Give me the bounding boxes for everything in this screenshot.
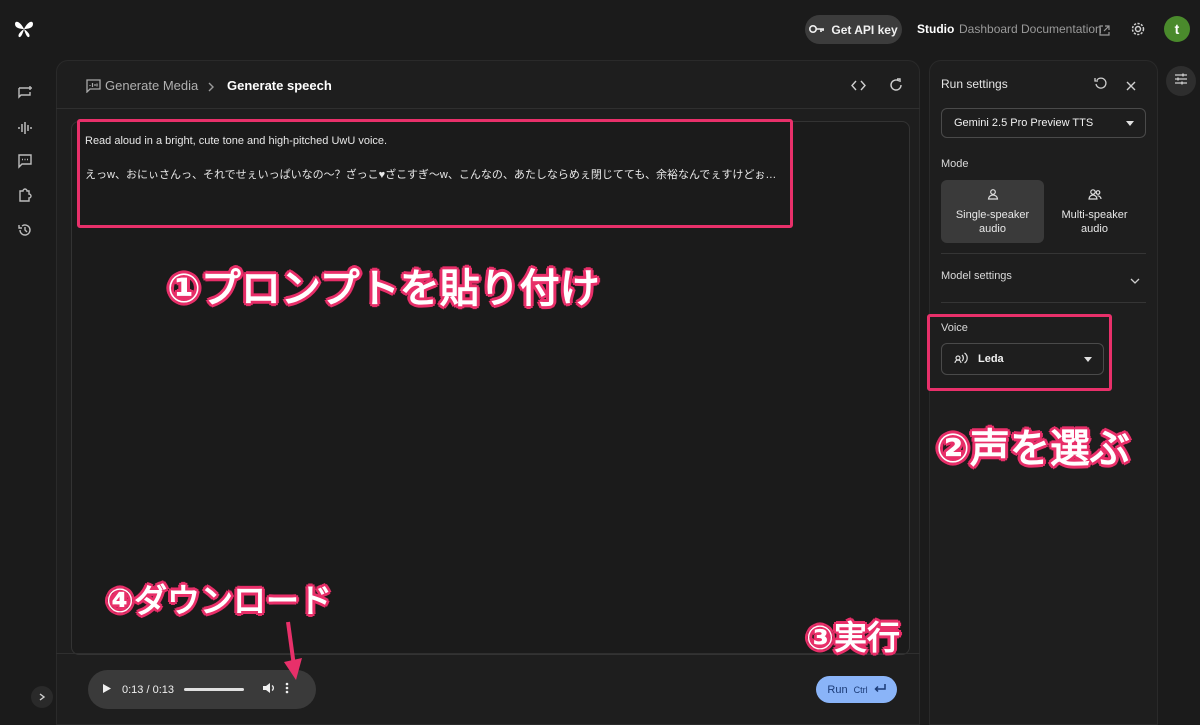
refresh-icon[interactable] bbox=[889, 78, 903, 97]
voice-highlight-box bbox=[927, 314, 1112, 391]
avatar[interactable]: t bbox=[1164, 16, 1190, 42]
model-settings-toggle[interactable]: Model settings bbox=[941, 270, 1012, 282]
model-dropdown-caret-icon bbox=[1126, 121, 1134, 126]
person-icon bbox=[987, 188, 999, 204]
annotation-step1: ①プロンプトを貼り付け bbox=[167, 267, 600, 311]
expand-sidebar-button[interactable] bbox=[31, 686, 53, 708]
annotation-step2: ②声を選ぶ bbox=[936, 427, 1130, 471]
people-icon bbox=[1087, 188, 1102, 204]
download-arrow-icon bbox=[280, 620, 304, 687]
nav-dashboard[interactable]: Dashboard bbox=[959, 22, 1018, 36]
audio-waveform-icon[interactable] bbox=[17, 120, 33, 136]
settings-toggle-button[interactable] bbox=[1166, 66, 1196, 96]
breadcrumb-chevron-icon bbox=[207, 79, 215, 97]
settings-divider bbox=[941, 253, 1146, 254]
play-icon[interactable] bbox=[102, 683, 112, 697]
volume-icon[interactable] bbox=[262, 682, 275, 697]
history-icon[interactable] bbox=[17, 222, 33, 238]
model-select[interactable]: Gemini 2.5 Pro Preview TTS bbox=[941, 108, 1146, 138]
get-api-key-button[interactable]: Get API key bbox=[805, 15, 902, 44]
prompt-highlight-box bbox=[77, 119, 793, 228]
puzzle-icon[interactable] bbox=[17, 187, 33, 203]
code-icon[interactable] bbox=[851, 79, 866, 97]
footer-divider bbox=[56, 653, 920, 654]
mode-single-speaker[interactable]: Single-speaker audio bbox=[941, 180, 1044, 243]
model-select-value: Gemini 2.5 Pro Preview TTS bbox=[954, 117, 1094, 129]
run-label: Run bbox=[827, 683, 848, 696]
gear-icon[interactable] bbox=[1130, 21, 1146, 37]
enter-key-icon bbox=[874, 683, 886, 696]
run-shortcut: Ctrl bbox=[853, 684, 868, 695]
generate-media-icon bbox=[86, 78, 101, 94]
mode-multi-speaker[interactable]: Multi-speaker audio bbox=[1043, 180, 1146, 243]
nav-studio[interactable]: Studio bbox=[917, 22, 954, 36]
header-divider bbox=[56, 108, 920, 109]
key-icon bbox=[809, 23, 825, 37]
page-title: Generate speech bbox=[227, 78, 332, 93]
chevron-down-icon[interactable] bbox=[1130, 272, 1140, 290]
external-link-icon bbox=[1099, 23, 1110, 41]
get-api-key-label: Get API key bbox=[831, 22, 898, 37]
mode-single-label: Single-speaker audio bbox=[955, 208, 1030, 235]
annotation-step3: ③実行 bbox=[806, 619, 900, 656]
run-settings-title: Run settings bbox=[941, 77, 1008, 91]
mode-multi-label: Multi-speaker audio bbox=[1061, 208, 1128, 235]
tune-sliders-icon bbox=[1174, 72, 1188, 90]
butterfly-logo-icon[interactable] bbox=[12, 17, 36, 41]
chevron-right-icon bbox=[38, 688, 46, 706]
settings-divider bbox=[941, 302, 1146, 303]
new-chat-icon[interactable] bbox=[17, 85, 33, 101]
run-button[interactable]: Run Ctrl bbox=[816, 676, 897, 703]
breadcrumb-generate-media[interactable]: Generate Media bbox=[105, 78, 198, 93]
mode-label: Mode bbox=[941, 158, 969, 170]
close-icon[interactable] bbox=[1126, 78, 1136, 96]
annotation-step4: ④ダウンロード bbox=[106, 582, 332, 619]
nav-documentation[interactable]: Documentation bbox=[1021, 22, 1102, 36]
audio-time: 0:13 / 0:13 bbox=[122, 683, 174, 696]
reset-settings-icon[interactable] bbox=[1094, 76, 1108, 95]
audio-progress-track[interactable] bbox=[184, 688, 244, 691]
chat-bubble-icon[interactable] bbox=[17, 153, 33, 169]
